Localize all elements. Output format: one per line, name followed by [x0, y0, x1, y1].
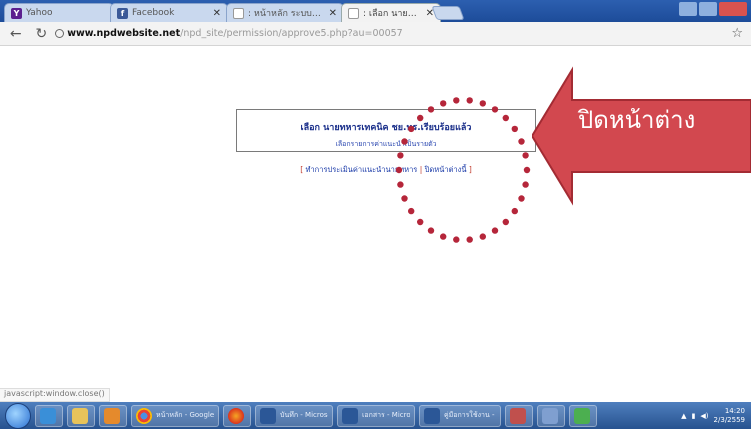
- tab-title: Facebook: [132, 8, 175, 18]
- back-button[interactable]: ←: [6, 24, 26, 44]
- taskbar-app-a[interactable]: [505, 404, 533, 427]
- new-tab-button[interactable]: [431, 6, 465, 20]
- page-info-icon: [55, 29, 65, 38]
- window-controls: [679, 2, 747, 16]
- page-favicon-icon: [348, 7, 359, 19]
- page-favicon-icon: [233, 7, 244, 19]
- volume-icon[interactable]: ◀): [700, 412, 708, 420]
- taskbar-app-c[interactable]: [569, 404, 597, 427]
- word-icon: [260, 407, 276, 424]
- tab-facebook[interactable]: f Facebook ✕: [110, 3, 228, 22]
- taskbar-label: คู่มือการใช้งาน - M...: [444, 411, 496, 419]
- word-icon: [424, 407, 440, 424]
- tray-date: 2/3/2559: [713, 415, 745, 424]
- tab-active-select[interactable]: : เลือก นายทหารเทคนิค ชย. ✕: [341, 3, 441, 22]
- taskbar-explorer[interactable]: [67, 404, 95, 427]
- url-domain: www.npdwebsite.net: [67, 28, 181, 39]
- taskbar-internet-explorer[interactable]: [35, 404, 63, 427]
- reload-icon: ↻: [35, 25, 48, 42]
- windows-taskbar: หน้าหลัก - Google... บันทึก - Microsoft …: [0, 402, 751, 429]
- taskbar-label: หน้าหลัก - Google...: [156, 411, 214, 419]
- taskbar-label: บันทึก - Microsoft: [280, 411, 328, 419]
- maximize-button[interactable]: [699, 2, 717, 16]
- annotation-label: ปิดหน้าต่าง: [578, 106, 696, 134]
- url-path: /npd_site/permission/approve5.php?au=000…: [180, 28, 403, 39]
- action-links: [ ทำการประเมินค่าแนะนำนายทหาร | ปิดหน้าต…: [236, 164, 536, 176]
- taskbar-firefox[interactable]: [223, 404, 251, 427]
- tab-strip: Y Yahoo f Facebook ✕ : หน้าหลัก ระบบบริห…: [0, 0, 751, 22]
- close-icon[interactable]: ✕: [329, 8, 337, 19]
- chrome-icon: [136, 407, 152, 424]
- taskbar-word-1[interactable]: บันทึก - Microsoft: [255, 404, 333, 427]
- show-hidden-icons-icon[interactable]: ▲: [681, 412, 686, 420]
- bookmark-star-icon[interactable]: ☆: [731, 26, 743, 41]
- arrow-left-icon: ←: [9, 25, 22, 42]
- confirmation-subtitle[interactable]: เลือกรายการค่าแนะนำเป็นรายตัว: [237, 139, 535, 150]
- browser-toolbar: ← ↻ www.npdwebsite.net /npd_site/permiss…: [0, 22, 751, 46]
- reload-button[interactable]: ↻: [32, 24, 52, 44]
- close-window-link[interactable]: ปิดหน้าต่างนี้: [425, 165, 467, 174]
- taskbar-word-3[interactable]: คู่มือการใช้งาน - M...: [419, 404, 501, 427]
- confirmation-title: เลือก นายทหารเทคนิค ชย.ทร.เรียบร้อยแล้ว: [300, 123, 472, 133]
- bracket-close: ]: [468, 165, 472, 174]
- tray-clock[interactable]: 14:20 2/3/2559: [714, 407, 745, 425]
- taskbar-chrome[interactable]: หน้าหลัก - Google...: [131, 404, 219, 427]
- folder-icon: [72, 407, 88, 424]
- start-button[interactable]: [5, 402, 31, 429]
- confirmation-box: เลือก นายทหารเทคนิค ชย.ทร.เรียบร้อยแล้ว …: [236, 109, 536, 152]
- tray-time: 14:20: [724, 406, 745, 415]
- media-player-icon: [104, 407, 120, 424]
- firefox-icon: [228, 407, 244, 424]
- tab-title: : หน้าหลัก ระบบบริหารงาน: [248, 9, 325, 19]
- facebook-favicon-icon: f: [117, 7, 128, 19]
- network-icon[interactable]: ▮: [692, 412, 696, 420]
- taskbar-word-2[interactable]: เอกสาร - Microsoft: [337, 404, 415, 427]
- taskbar-media[interactable]: [99, 404, 127, 427]
- app-icon: [542, 407, 558, 424]
- close-icon[interactable]: ✕: [213, 8, 221, 19]
- minimize-button[interactable]: [679, 2, 697, 16]
- app-icon: [574, 407, 590, 424]
- taskbar-label: เอกสาร - Microsoft: [362, 411, 410, 419]
- word-icon: [342, 407, 358, 424]
- internet-explorer-icon: [40, 407, 56, 424]
- tab-title: Yahoo: [26, 8, 53, 18]
- app-icon: [510, 407, 526, 424]
- system-tray: ▲ ▮ ◀) 14:20 2/3/2559: [681, 407, 751, 425]
- tab-title: : เลือก นายทหารเทคนิค ชย.: [363, 9, 422, 19]
- status-bar: javascript:window.close(): [0, 388, 110, 402]
- evaluate-link[interactable]: ทำการประเมินค่าแนะนำนายทหาร: [306, 165, 418, 174]
- address-bar[interactable]: www.npdwebsite.net /npd_site/permission/…: [55, 25, 731, 43]
- link-separator: |: [419, 165, 423, 174]
- close-window-button[interactable]: [719, 2, 747, 16]
- tab-main-page[interactable]: : หน้าหลัก ระบบบริหารงาน ✕: [226, 3, 344, 22]
- taskbar-app-b[interactable]: [537, 404, 565, 427]
- tab-yahoo[interactable]: Y Yahoo: [4, 3, 114, 22]
- yahoo-favicon-icon: Y: [11, 7, 22, 19]
- bracket-open: [: [300, 165, 304, 174]
